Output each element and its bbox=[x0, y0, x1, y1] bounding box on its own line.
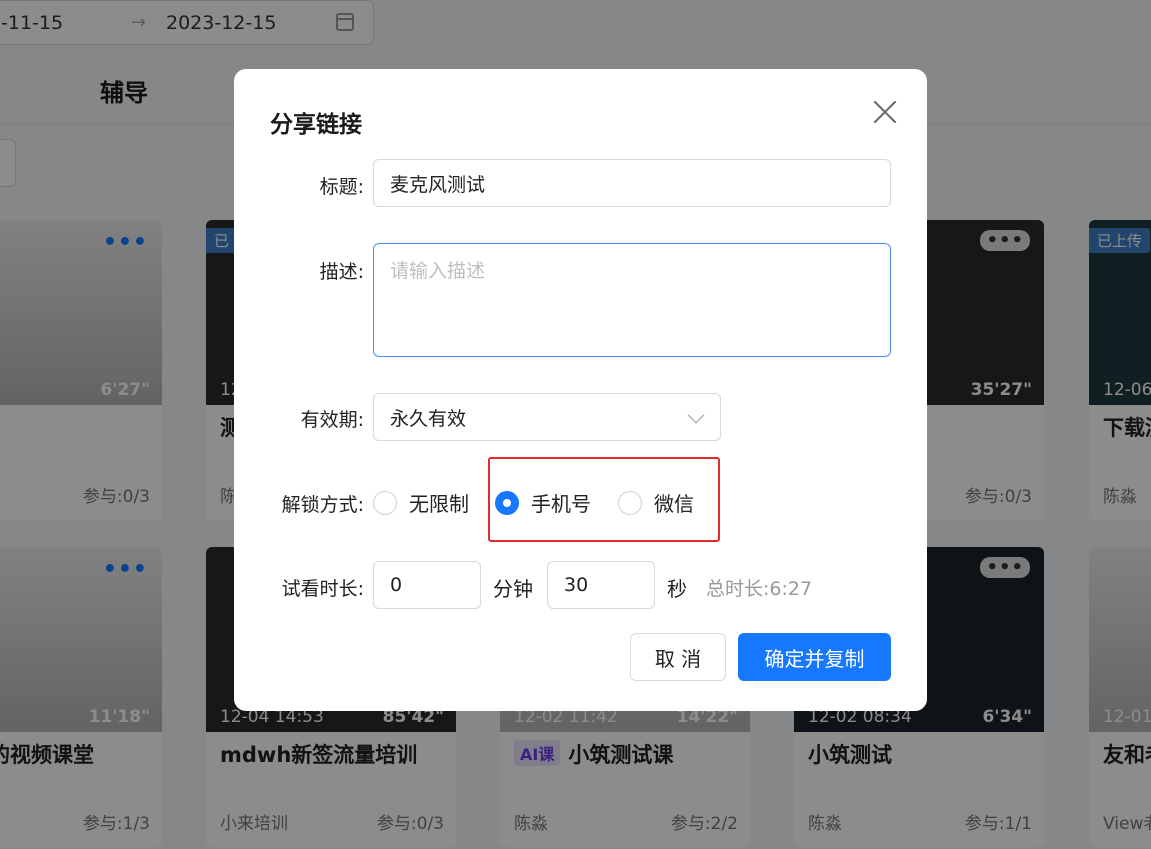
unlock-method-label: 解锁方式: bbox=[281, 494, 364, 516]
title-label: 标题: bbox=[319, 176, 364, 198]
validity-select[interactable]: 永久有效 bbox=[373, 393, 721, 441]
confirm-copy-button[interactable]: 确定并复制 bbox=[738, 633, 891, 681]
preview-seconds-input[interactable]: 30 bbox=[547, 561, 655, 609]
chevron-down-icon bbox=[687, 406, 705, 424]
radio-unlimited[interactable]: 无限制 bbox=[373, 488, 469, 517]
validity-label: 有效期: bbox=[300, 409, 364, 431]
preview-duration-label: 试看时长: bbox=[281, 578, 364, 600]
preview-minutes-input[interactable]: 0 bbox=[373, 561, 481, 609]
page: -11-15 → 2023-12-15 辅导 ••• 19 6'27" 试 参与… bbox=[0, 0, 1151, 849]
radio-label: 无限制 bbox=[409, 492, 469, 516]
total-duration-text: 总时长:6:27 bbox=[706, 578, 813, 600]
description-label: 描述: bbox=[319, 261, 364, 283]
annotation-highlight-box bbox=[488, 457, 720, 542]
close-icon[interactable] bbox=[872, 99, 898, 125]
minute-unit: 分钟 bbox=[493, 577, 533, 601]
validity-selected-value: 永久有效 bbox=[390, 407, 467, 430]
description-textarea[interactable]: 请输入描述 bbox=[373, 243, 891, 357]
cancel-button[interactable]: 取 消 bbox=[630, 633, 726, 681]
dialog-title: 分享链接 bbox=[270, 112, 362, 138]
share-link-dialog: 分享链接 标题: 麦克风测试 描述: 请输入描述 有效期: 永久有效 解锁方式:… bbox=[234, 69, 927, 711]
second-unit: 秒 bbox=[667, 577, 687, 601]
radio-circle-icon bbox=[373, 490, 397, 515]
title-input[interactable]: 麦克风测试 bbox=[373, 159, 891, 207]
